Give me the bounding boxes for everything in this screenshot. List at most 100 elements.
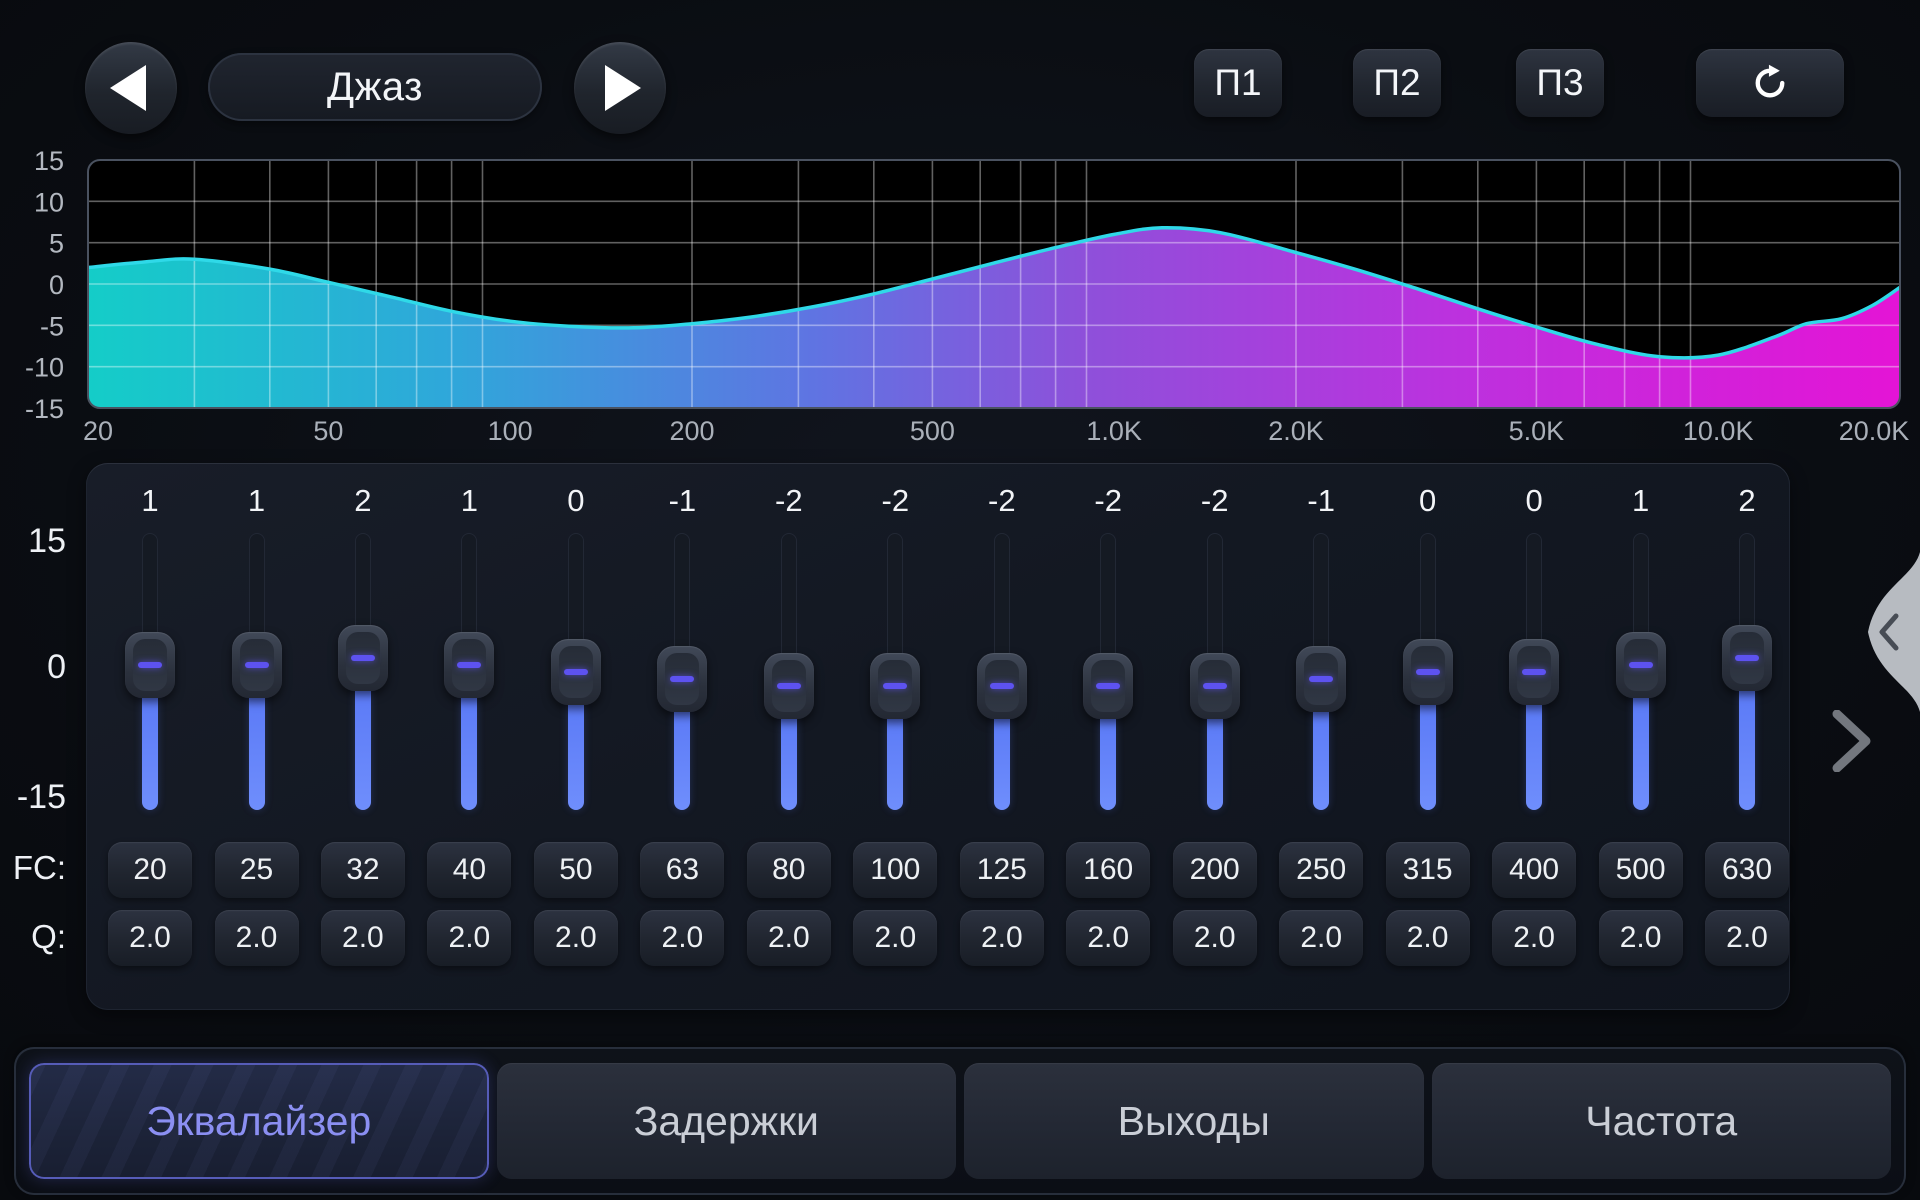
bottom-tab-bar: ЭквалайзерЗадержкиВыходыЧастота: [14, 1047, 1906, 1195]
band-slider-handle[interactable]: [338, 625, 388, 691]
eq-band: -1 63 2.0: [629, 463, 735, 1010]
q-value-button[interactable]: 2.0: [321, 910, 405, 966]
fc-value-button[interactable]: 25: [215, 842, 299, 898]
tab-frequency[interactable]: Частота: [1432, 1063, 1892, 1179]
band-slider-fill: [1739, 682, 1755, 810]
q-value-button[interactable]: 2.0: [534, 910, 618, 966]
q-value-button[interactable]: 2.0: [1173, 910, 1257, 966]
tab-equalizer[interactable]: Эквалайзер: [29, 1063, 489, 1179]
band-slider-handle[interactable]: [870, 653, 920, 719]
y-axis-tick-label: 15: [34, 150, 64, 176]
tab-delays[interactable]: Задержки: [497, 1063, 957, 1179]
eq-band: -21602.0: [1055, 463, 1161, 1010]
band-slider-fill: [1313, 703, 1329, 810]
band-slider-handle[interactable]: [1722, 625, 1772, 691]
slider-scale-mid: 0: [0, 648, 66, 687]
fc-value-button[interactable]: 125: [960, 842, 1044, 898]
eq-band: 1252.0: [204, 463, 310, 1010]
fc-value-button[interactable]: 63: [640, 842, 724, 898]
memory-button-p3[interactable]: П3: [1516, 49, 1604, 117]
band-slider-handle[interactable]: [1296, 646, 1346, 712]
eq-band: 2 630 2.0: [1694, 463, 1800, 1010]
fc-value-button[interactable]: 40: [427, 842, 511, 898]
band-gain-value: 2: [310, 483, 416, 519]
slider-scale-bottom: -15: [0, 778, 66, 817]
fc-value-button[interactable]: 100: [853, 842, 937, 898]
q-value-button[interactable]: 2.0: [1279, 910, 1363, 966]
q-value-button[interactable]: 2.0: [1386, 910, 1470, 966]
y-axis-tick-label: 5: [49, 229, 64, 259]
memory-button-p1[interactable]: П1: [1194, 49, 1282, 117]
band-gain-value: 0: [1375, 483, 1481, 519]
memory-button-p2[interactable]: П2: [1353, 49, 1441, 117]
band-slider-handle[interactable]: [1509, 639, 1559, 705]
band-slider-handle[interactable]: [551, 639, 601, 705]
band-slider-fill: [142, 689, 158, 810]
band-slider-handle[interactable]: [1616, 632, 1666, 698]
preset-selector[interactable]: Джаз: [208, 53, 542, 121]
x-axis-tick-label: 500: [910, 416, 955, 446]
band-slider-handle[interactable]: [1190, 653, 1240, 719]
q-value-button[interactable]: 2.0: [1492, 910, 1576, 966]
q-value-button[interactable]: 2.0: [427, 910, 511, 966]
preset-prev-button[interactable]: [85, 42, 177, 134]
band-slider-handle[interactable]: [764, 653, 814, 719]
eq-band: -22002.0: [1162, 463, 1268, 1010]
preset-next-button[interactable]: [574, 42, 666, 134]
x-axis-tick-label: 20: [83, 416, 113, 446]
fc-value-button[interactable]: 250: [1279, 842, 1363, 898]
memory-button-label: П2: [1373, 62, 1420, 104]
y-axis-tick-label: -5: [40, 311, 64, 341]
eq-response-chart: 151050-5-10-1520501002005001.0K2.0K5.0K1…: [0, 150, 1920, 450]
band-slider-fill: [887, 710, 903, 810]
x-axis-tick-label: 200: [669, 416, 714, 446]
band-slider-handle[interactable]: [977, 653, 1027, 719]
fc-value-button[interactable]: 630: [1705, 842, 1789, 898]
q-value-button[interactable]: 2.0: [215, 910, 299, 966]
band-slider-handle[interactable]: [1083, 653, 1133, 719]
x-axis-tick-label: 10.0K: [1683, 416, 1754, 446]
fc-value-button[interactable]: 32: [321, 842, 405, 898]
q-value-button[interactable]: 2.0: [960, 910, 1044, 966]
fc-value-button[interactable]: 315: [1386, 842, 1470, 898]
band-slider-handle[interactable]: [657, 646, 707, 712]
x-axis-tick-label: 1.0K: [1086, 416, 1142, 446]
panel-scroll-right-button[interactable]: [1832, 710, 1872, 777]
band-slider-fill: [994, 710, 1010, 810]
q-value-button[interactable]: 2.0: [853, 910, 937, 966]
eq-band: -12502.0: [1268, 463, 1374, 1010]
band-gain-value: -1: [629, 483, 735, 519]
side-drawer-handle[interactable]: [1853, 552, 1920, 717]
fc-value-button[interactable]: 500: [1599, 842, 1683, 898]
band-gain-value: 2: [1694, 483, 1800, 519]
q-value-button[interactable]: 2.0: [747, 910, 831, 966]
q-value-button[interactable]: 2.0: [108, 910, 192, 966]
q-value-button[interactable]: 2.0: [1599, 910, 1683, 966]
fc-value-button[interactable]: 160: [1066, 842, 1150, 898]
left-arrow-icon: [110, 65, 146, 111]
band-slider-handle[interactable]: [125, 632, 175, 698]
band-slider-handle[interactable]: [232, 632, 282, 698]
x-axis-tick-label: 50: [313, 416, 343, 446]
fc-value-button[interactable]: 400: [1492, 842, 1576, 898]
fc-value-button[interactable]: 50: [534, 842, 618, 898]
tab-outputs[interactable]: Выходы: [964, 1063, 1424, 1179]
reset-button[interactable]: [1696, 49, 1844, 117]
band-slider-handle[interactable]: [1403, 639, 1453, 705]
fc-value-button[interactable]: 80: [747, 842, 831, 898]
fc-value-button[interactable]: 20: [108, 842, 192, 898]
eq-band: 1402.0: [416, 463, 522, 1010]
band-slider-handle[interactable]: [444, 632, 494, 698]
q-value-button[interactable]: 2.0: [1705, 910, 1789, 966]
chevron-right-icon: [1832, 710, 1872, 772]
q-value-button[interactable]: 2.0: [1066, 910, 1150, 966]
band-slider-fill: [1100, 710, 1116, 810]
fc-row-label: FC:: [0, 849, 66, 887]
memory-button-label: П3: [1536, 62, 1583, 104]
fc-value-button[interactable]: 200: [1173, 842, 1257, 898]
preset-name: Джаз: [327, 65, 423, 110]
band-gain-value: 0: [1481, 483, 1587, 519]
band-slider-fill: [674, 703, 690, 810]
eq-band: -21002.0: [842, 463, 948, 1010]
q-value-button[interactable]: 2.0: [640, 910, 724, 966]
